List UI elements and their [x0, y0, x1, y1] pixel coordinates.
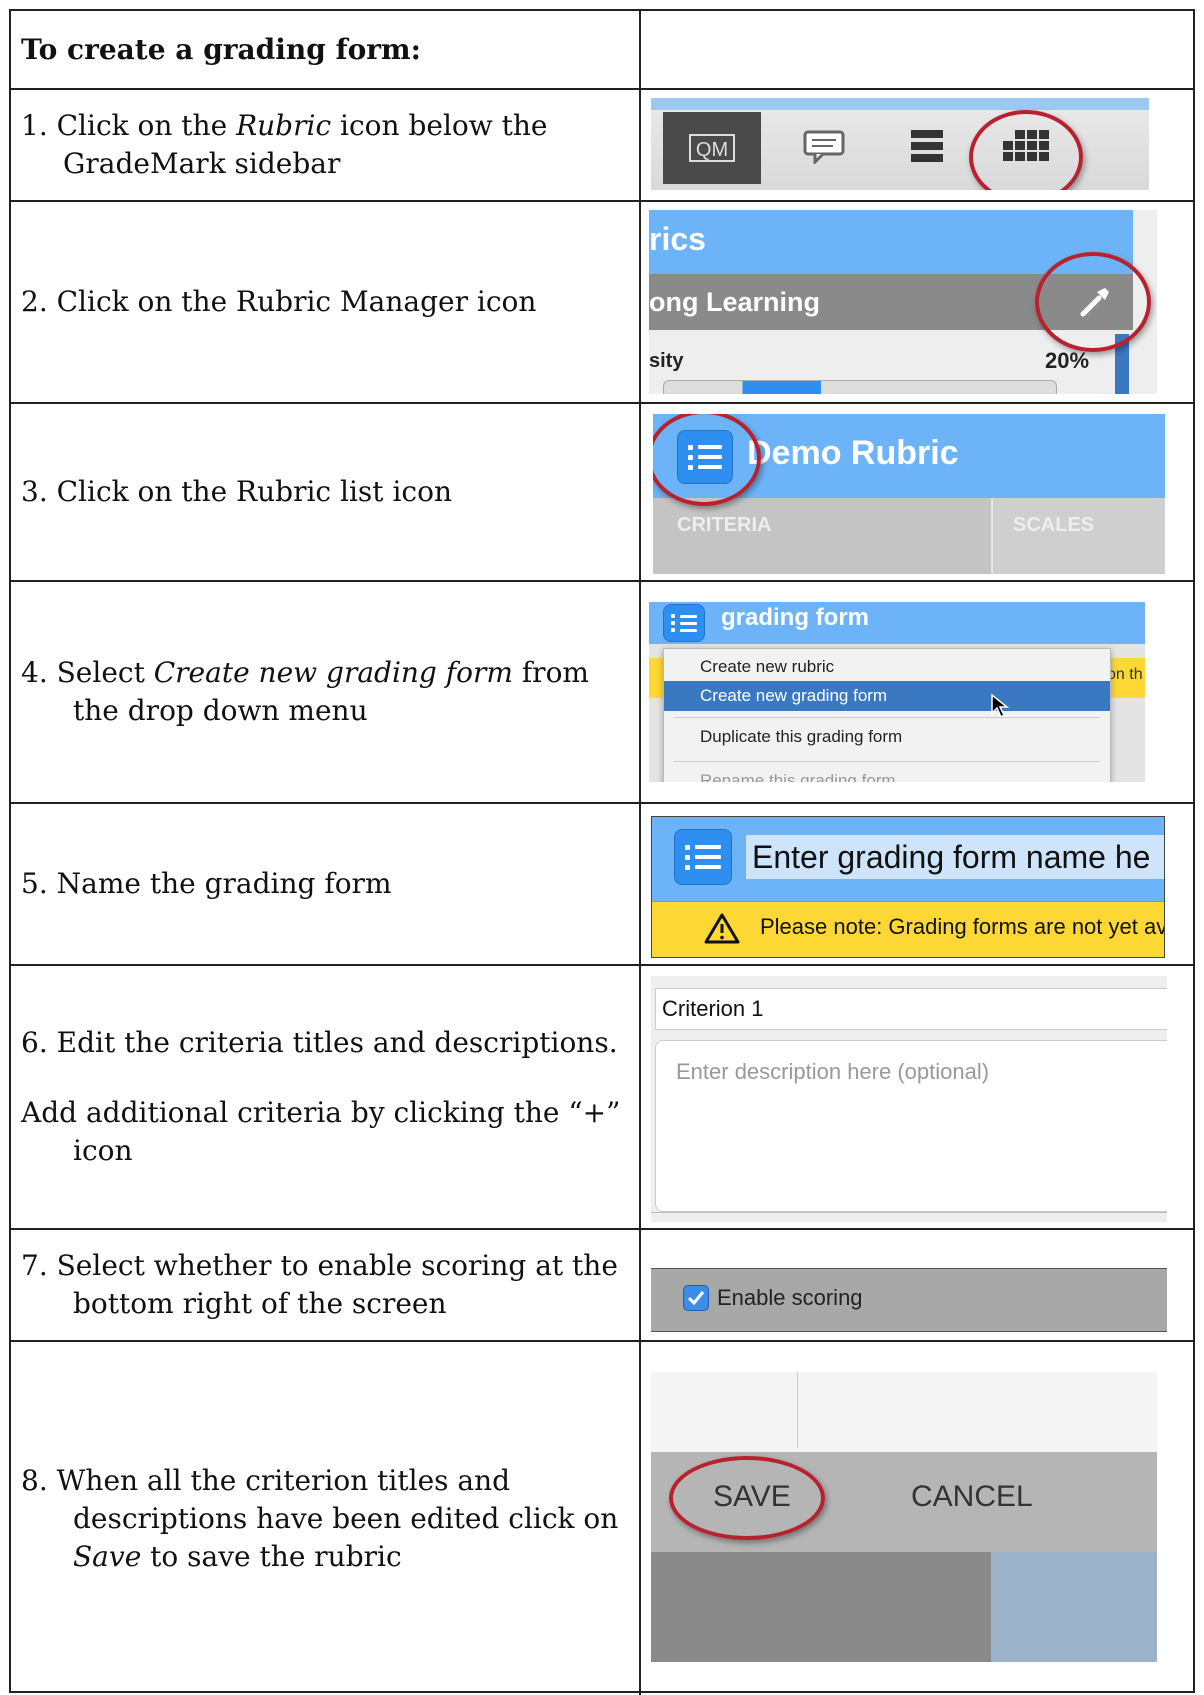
- grading-form-name-input[interactable]: Enter grading form name he: [746, 835, 1164, 879]
- menu-item-duplicate[interactable]: Duplicate this grading form: [700, 727, 902, 747]
- menu-item-create-grading-form[interactable]: Create new grading form: [664, 681, 1110, 711]
- table-title: To create a grading form:: [21, 32, 421, 66]
- instructions-table: To create a grading form: 1. Click on th…: [9, 9, 1195, 1695]
- name-form-screenshot: Enter grading form name he Please note: …: [651, 816, 1165, 958]
- step-7-row: 7. Select whether to enable scoring at t…: [11, 1228, 1193, 1340]
- qm-button[interactable]: QM: [663, 112, 761, 184]
- step-3-text: 3. Click on the Rubric list icon: [21, 475, 452, 508]
- header-row: To create a grading form:: [11, 11, 1193, 88]
- menu-item-create-rubric[interactable]: Create new rubric: [700, 657, 834, 677]
- criterion-description-input[interactable]: Enter description here (optional): [655, 1040, 1167, 1212]
- step-2-row: 2. Click on the Rubric Manager icon rics…: [11, 200, 1193, 402]
- layers-icon[interactable]: [909, 128, 945, 164]
- step-1-row: 1. Click on the Rubric icon below the Gr…: [11, 88, 1193, 200]
- rubric-list-screenshot: Demo Rubric CRITERIA SCALES: [653, 414, 1165, 574]
- step-3-row: 3. Click on the Rubric list icon Demo Ru…: [11, 402, 1193, 580]
- warning-icon: [704, 913, 740, 944]
- toolbar-screenshot: QM: [651, 98, 1149, 190]
- highlight-ring: [669, 1456, 825, 1540]
- enable-scoring-screenshot: Enable scoring: [651, 1268, 1167, 1332]
- step-8-text: 8. When all the criterion titles and des…: [21, 1463, 619, 1573]
- highlight-ring: [1035, 252, 1151, 352]
- step-6-extra-text: Add additional criteria by clicking the …: [21, 1096, 621, 1167]
- rubric-list-icon[interactable]: [663, 604, 705, 642]
- save-screenshot: SAVE CANCEL: [651, 1372, 1157, 1662]
- step-4-row: 4. Select Create new grading form from t…: [11, 580, 1193, 802]
- comment-icon[interactable]: [803, 130, 847, 164]
- enable-scoring-label: Enable scoring: [717, 1285, 863, 1310]
- dropdown-screenshot: grading form on th Create new rubric Cre…: [649, 602, 1145, 782]
- step-2-text: 2. Click on the Rubric Manager icon: [21, 285, 537, 318]
- cancel-button[interactable]: CANCEL: [911, 1480, 1033, 1514]
- step-6-text: 6. Edit the criteria titles and descript…: [21, 1026, 618, 1059]
- menu-item-rename[interactable]: Rename this grading form: [700, 771, 896, 782]
- step-5-text: 5. Name the grading form: [21, 867, 392, 900]
- criterion-screenshot: Criterion 1 Enter description here (opti…: [651, 976, 1167, 1222]
- note-banner: Please note: Grading forms are not yet a…: [652, 901, 1164, 957]
- step-1-text: 1. Click on the Rubric icon below the Gr…: [21, 109, 548, 180]
- checkmark-icon: [687, 1291, 705, 1306]
- cursor-icon: [991, 693, 1010, 719]
- step-8-row: 8. When all the criterion titles and des…: [11, 1340, 1193, 1695]
- enable-scoring-checkbox[interactable]: [683, 1285, 709, 1311]
- step-4-text: 4. Select Create new grading form from t…: [21, 656, 589, 727]
- step-5-row: 5. Name the grading form Enter grading f…: [11, 802, 1193, 964]
- rubric-manager-screenshot: rics ong Learning sity 20%: [649, 210, 1157, 394]
- dropdown-menu: Create new rubric Create new grading for…: [663, 648, 1111, 782]
- criterion-title-input[interactable]: Criterion 1: [655, 988, 1167, 1030]
- highlight-ring: [969, 110, 1083, 190]
- step-7-text: 7. Select whether to enable scoring at t…: [21, 1249, 618, 1320]
- rubric-list-icon[interactable]: [674, 829, 732, 885]
- step-6-row: 6. Edit the criteria titles and descript…: [11, 964, 1193, 1228]
